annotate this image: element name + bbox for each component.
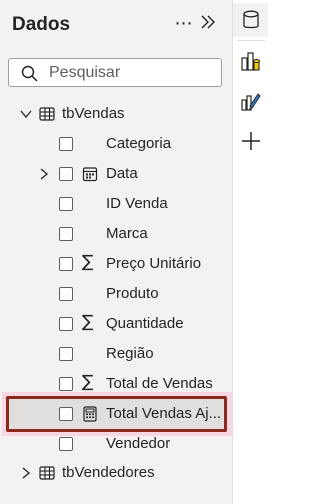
field-checkbox[interactable]: [59, 257, 73, 271]
field-label: Marca: [106, 225, 148, 242]
search-icon: [21, 65, 38, 82]
more-options-button[interactable]: ⋯: [173, 10, 195, 36]
field-row-marca[interactable]: Marca: [0, 219, 232, 249]
format-visual-button[interactable]: [233, 84, 268, 118]
rail-divider: [237, 40, 265, 41]
table-name: tbVendas: [62, 105, 125, 122]
field-row-total-vendas-ajustado[interactable]: Total Vendas Aj...: [0, 399, 232, 429]
sigma-icon: ∑: [82, 372, 94, 392]
calendar-icon: [82, 167, 98, 182]
collapse-pane-button[interactable]: [199, 13, 221, 35]
double-chevron-right-icon: [201, 15, 215, 29]
plus-icon: [242, 132, 260, 150]
field-label: Vendedor: [106, 435, 171, 452]
calculator-icon: [83, 406, 97, 422]
field-checkbox[interactable]: [59, 287, 73, 301]
field-checkbox[interactable]: [59, 167, 73, 181]
field-row-id-venda[interactable]: ID Venda: [0, 189, 232, 219]
field-row-produto[interactable]: Produto: [0, 279, 232, 309]
field-checkbox[interactable]: [59, 377, 73, 391]
field-checkbox[interactable]: [59, 407, 73, 421]
search-box[interactable]: [8, 58, 222, 87]
pane-title: Dados: [12, 14, 71, 35]
field-row-quantidade[interactable]: ∑ Quantidade: [0, 309, 232, 339]
table-row-tbvendedores[interactable]: tbVendedores: [0, 458, 232, 488]
data-pane-button[interactable]: [233, 3, 268, 37]
format-visual-icon: [241, 93, 261, 111]
chevron-right-icon: [22, 467, 31, 479]
field-label: Total de Vendas: [106, 375, 213, 392]
table-icon: [39, 466, 55, 480]
field-row-vendedor[interactable]: Vendedor: [0, 429, 232, 459]
field-label: Produto: [106, 285, 159, 302]
field-label: Quantidade: [106, 315, 184, 332]
chevron-right-icon: [40, 168, 49, 180]
field-label: Total Vendas Aj...: [106, 405, 222, 422]
field-row-data[interactable]: Data: [0, 159, 232, 189]
table-icon: [39, 107, 55, 121]
field-checkbox[interactable]: [59, 437, 73, 451]
side-rail: [232, 0, 268, 504]
sigma-icon: ∑: [82, 312, 94, 332]
field-checkbox[interactable]: [59, 317, 73, 331]
field-row-preco-unitario[interactable]: ∑ Preço Unitário: [0, 249, 232, 279]
table-row-tbvendas[interactable]: tbVendas: [0, 99, 232, 129]
field-row-categoria[interactable]: Categoria: [0, 129, 232, 159]
add-button[interactable]: [233, 124, 268, 158]
table-name: tbVendedores: [62, 464, 155, 481]
chevron-down-icon: [20, 110, 32, 119]
field-checkbox[interactable]: [59, 137, 73, 151]
database-icon: [243, 10, 259, 29]
sigma-icon: ∑: [82, 252, 94, 272]
search-input[interactable]: [49, 62, 217, 83]
field-checkbox[interactable]: [59, 197, 73, 211]
field-label: Data: [106, 165, 138, 182]
build-visual-button[interactable]: [233, 44, 268, 78]
field-label: ID Venda: [106, 195, 168, 212]
field-row-regiao[interactable]: Região: [0, 339, 232, 369]
field-label: Região: [106, 345, 154, 362]
field-checkbox[interactable]: [59, 347, 73, 361]
field-label: Categoria: [106, 135, 172, 152]
data-pane: Dados ⋯ tbVendas Categoria: [0, 0, 238, 504]
field-checkbox[interactable]: [59, 227, 73, 241]
build-visual-icon: [241, 52, 260, 71]
field-label: Preço Unitário: [106, 255, 202, 272]
